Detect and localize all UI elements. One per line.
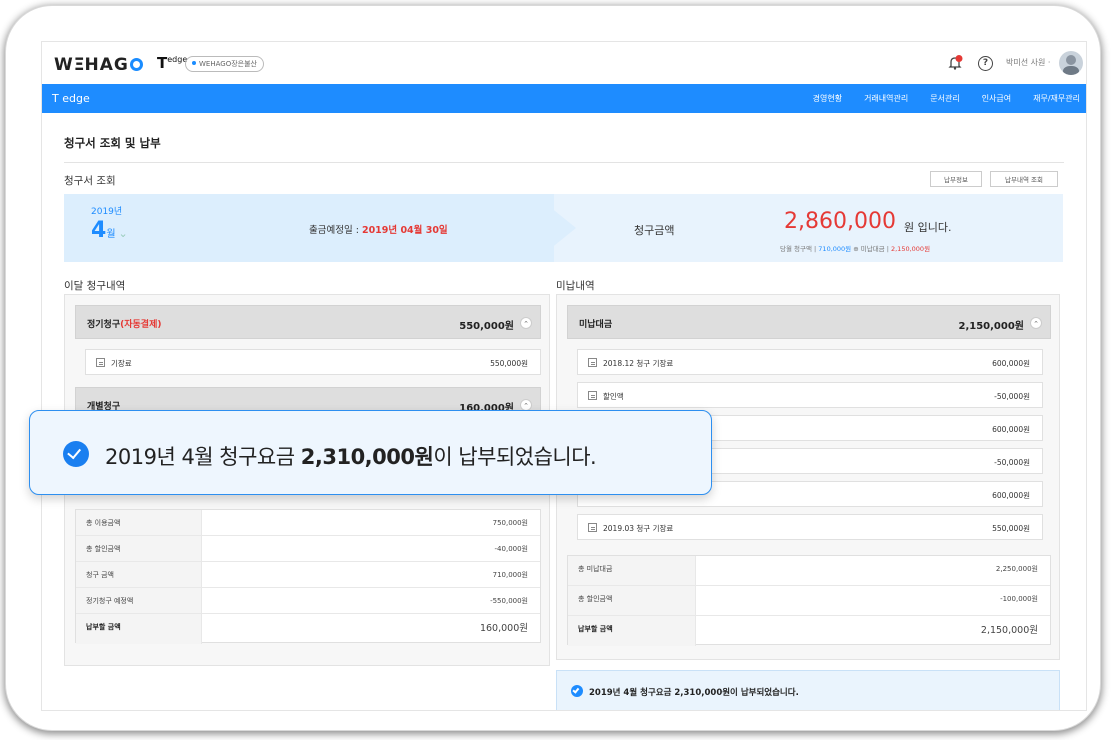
right-panel-title: 미납내역: [556, 280, 595, 292]
company-selector[interactable]: WEHAGO장은불산: [185, 56, 264, 72]
help-icon[interactable]: ?: [978, 56, 993, 71]
bell-icon[interactable]: [947, 55, 963, 71]
user-name[interactable]: 박미선 사원 ·: [1006, 57, 1050, 68]
table-row: 총 할인금액 -100,000원: [568, 586, 1050, 616]
due-date: 출금예정일 : 2019년 04월 30일: [309, 225, 448, 236]
bill-label: 청구금액: [634, 224, 675, 237]
nav-item-documents[interactable]: 문서관리: [930, 93, 959, 104]
list-item: 기장료 550,000원: [85, 349, 541, 375]
list-item: 할인액 -50,000원: [577, 382, 1043, 408]
nav-item-transactions[interactable]: 거래내역관리: [864, 93, 908, 104]
company-dot-icon: [192, 61, 196, 65]
nav-item-payroll[interactable]: 인사급여: [982, 93, 1011, 104]
collapse-icon[interactable]: ⌃: [520, 317, 532, 329]
nav-item-management[interactable]: 경영현황: [813, 93, 842, 104]
section-title: 청구서 조회: [64, 175, 116, 187]
check-circle-icon: [571, 685, 583, 697]
table-row: 총 이용금액 750,000원: [76, 510, 540, 536]
left-summary-table: 총 이용금액 750,000원 총 할인금액 -40,000원 청구 금액 710,0…: [75, 509, 541, 644]
table-row: 정기청구 예정액 -550,000원: [76, 588, 540, 614]
app-screen: WΞHAG Tedge WEHAGO장은불산 ? 박미선 사원 · T edge…: [42, 42, 1086, 710]
wehago-logo[interactable]: WΞHAG: [54, 55, 143, 75]
device-frame: WΞHAG Tedge WEHAGO장은불산 ? 박미선 사원 · T edge…: [6, 6, 1100, 730]
table-row: 청구 금액 710,000원: [76, 562, 540, 588]
bill-detail: 당월 청구액 | 710,000원 ⊕ 미납대금 | 2,150,000원: [780, 245, 931, 253]
nav-menu: 경영현황 거래내역관리 문서관리 인사급여 재무/재무관리: [791, 93, 1080, 104]
document-icon: [588, 523, 597, 532]
divider: [64, 162, 1064, 163]
document-icon: [96, 358, 105, 367]
top-bar: WΞHAG Tedge WEHAGO장은불산 ? 박미선 사원 ·: [42, 42, 1086, 84]
page-title: 청구서 조회 및 납부: [64, 136, 161, 150]
avatar[interactable]: [1059, 51, 1083, 75]
bill-suffix: 원 입니다.: [904, 221, 952, 234]
table-row: 납부할 금액 2,150,000원: [568, 616, 1050, 646]
left-panel-title: 이달 청구내역: [64, 280, 126, 292]
check-circle-icon: [63, 441, 89, 467]
nav-title[interactable]: T edge: [52, 92, 90, 105]
billing-summary: 2019년 4월 ⌄ 출금예정일 : 2019년 04월 30일 청구금액 2,8…: [64, 194, 1063, 262]
payment-history-button[interactable]: 납부내역 조회: [990, 171, 1058, 187]
collapse-icon[interactable]: ⌃: [1030, 317, 1042, 329]
discount-icon: [588, 391, 597, 400]
main-navbar: T edge 경영현황 거래내역관리 문서관리 인사급여 재무/재무관리: [42, 84, 1086, 113]
summary-arrow: [534, 194, 576, 262]
right-summary-table: 총 미납대금 2,250,000원 총 할인금액 -100,000원 납부할 금액 2…: [567, 555, 1051, 646]
list-item: 2019.03 청구 기장료 550,000원: [577, 514, 1043, 540]
table-row: 총 할인금액 -40,000원: [76, 536, 540, 562]
year-label: 2019년: [91, 207, 123, 217]
group-unpaid[interactable]: 미납대금 2,150,000원 ⌃: [567, 305, 1051, 339]
month-selector[interactable]: 4월 ⌄: [91, 218, 128, 243]
bill-amount: 2,860,000: [784, 209, 896, 234]
document-icon: [588, 358, 597, 367]
table-row: 납부할 금액 160,000원: [76, 614, 540, 644]
payment-info-button[interactable]: 납부정보: [930, 171, 982, 187]
nav-item-finance[interactable]: 재무/재무관리: [1033, 93, 1080, 104]
payment-complete-notice: 2019년 4월 청구요금 2,310,000원이 납부되었습니다.: [556, 670, 1060, 710]
toast-message: 2019년 4월 청구요금 2,310,000원이 납부되었습니다.: [105, 445, 597, 469]
group-regular[interactable]: 정기청구(자동결제) 550,000원 ⌃: [75, 305, 541, 339]
chevron-down-icon[interactable]: ⌄: [119, 227, 128, 240]
list-item: 2018.12 청구 기장료 600,000원: [577, 349, 1043, 375]
table-row: 총 미납대금 2,250,000원: [568, 556, 1050, 586]
tedge-logo: Tedge: [157, 54, 188, 72]
payment-toast: 2019년 4월 청구요금 2,310,000원이 납부되었습니다.: [29, 410, 712, 495]
